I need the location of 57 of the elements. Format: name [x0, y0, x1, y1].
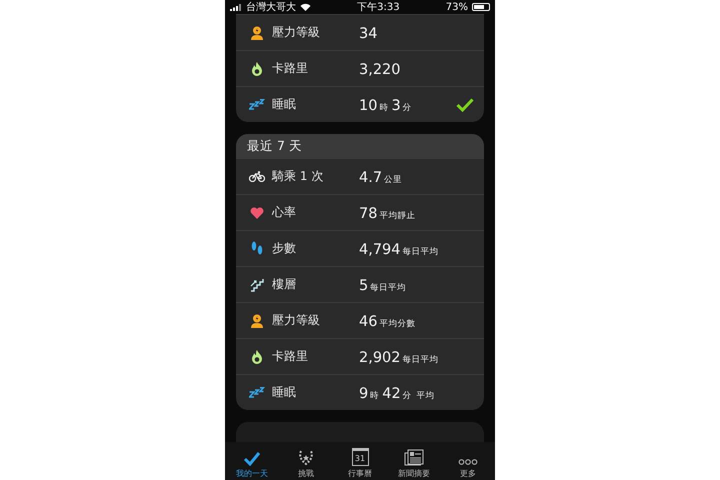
metric-label: 步數	[272, 240, 297, 257]
metric-row[interactable]: 步數 4,794 每日平均	[236, 230, 484, 266]
sleep-icon	[249, 99, 265, 110]
tab[interactable]: 31 行事曆	[333, 448, 387, 479]
tab[interactable]: 我的一天	[225, 451, 279, 479]
battery-icon	[472, 3, 490, 11]
battery-percent: 73%	[446, 2, 468, 12]
person-icon	[250, 26, 264, 40]
metric-row[interactable]: 壓力等級 34	[236, 14, 484, 50]
flame-icon	[251, 349, 263, 364]
more-icon	[458, 458, 478, 466]
checkmark-icon	[243, 451, 261, 466]
metric-row[interactable]: 睡眠 9 時 42 分 平均	[236, 374, 484, 410]
metric-label: 卡路里	[272, 348, 309, 365]
card-title: 最近 7 天	[236, 134, 484, 158]
heart-icon	[250, 206, 264, 218]
carrier-name: 台灣大哥大	[246, 0, 296, 14]
metric-value: 4,794 每日平均	[359, 241, 440, 258]
metric-value: 34	[359, 25, 378, 42]
metric-value: 78 平均靜止	[359, 205, 416, 222]
metric-label: 騎乘 1 次	[272, 168, 324, 185]
wifi-icon	[300, 3, 311, 11]
metric-row[interactable]: 心率 78 平均靜止	[236, 194, 484, 230]
sleep-icon	[249, 387, 265, 398]
tab[interactable]: 新聞摘要	[387, 449, 441, 479]
metric-row[interactable]: 卡路里 3,220	[236, 50, 484, 86]
metric-value: 4.7 公里	[359, 169, 404, 186]
metric-value: 5 每日平均	[359, 277, 408, 294]
metric-value: 10 時 3 分	[359, 97, 413, 114]
newspaper-icon	[404, 449, 424, 466]
metric-value: 3,220	[359, 61, 402, 78]
tab[interactable]: 挑戰	[279, 449, 333, 479]
metric-row[interactable]: 壓力等級 46 平均分數	[236, 302, 484, 338]
metric-label: 睡眠	[272, 96, 297, 113]
tab[interactable]: 更多	[441, 458, 495, 479]
metric-row[interactable]: 樓層 5 每日平均	[236, 266, 484, 302]
calendar-icon: 31	[352, 448, 368, 466]
laurel-icon	[297, 449, 315, 466]
bicycle-icon	[249, 171, 265, 182]
metric-row[interactable]: 睡眠 10 時 3 分	[236, 86, 484, 122]
metric-value: 2,902 每日平均	[359, 349, 440, 366]
clock-time: 下午3:33	[357, 1, 400, 14]
metric-value: 46 平均分數	[359, 313, 416, 330]
metric-value: 9 時 42 分 平均	[359, 385, 436, 402]
metric-label: 壓力等級	[272, 24, 321, 41]
metric-label: 卡路里	[272, 60, 309, 77]
signal-icon	[230, 4, 242, 10]
footprints-icon	[251, 241, 263, 256]
metric-label: 樓層	[272, 276, 297, 293]
person-icon	[250, 314, 264, 328]
flame-icon	[251, 61, 263, 76]
metric-label: 心率	[272, 204, 297, 221]
metric-row[interactable]: 卡路里 2,902 每日平均	[236, 338, 484, 374]
metric-label: 壓力等級	[272, 312, 321, 329]
stairs-icon	[250, 278, 264, 292]
metric-label: 睡眠	[272, 384, 297, 401]
metric-row[interactable]: 騎乘 1 次 4.7 公里	[236, 158, 484, 194]
